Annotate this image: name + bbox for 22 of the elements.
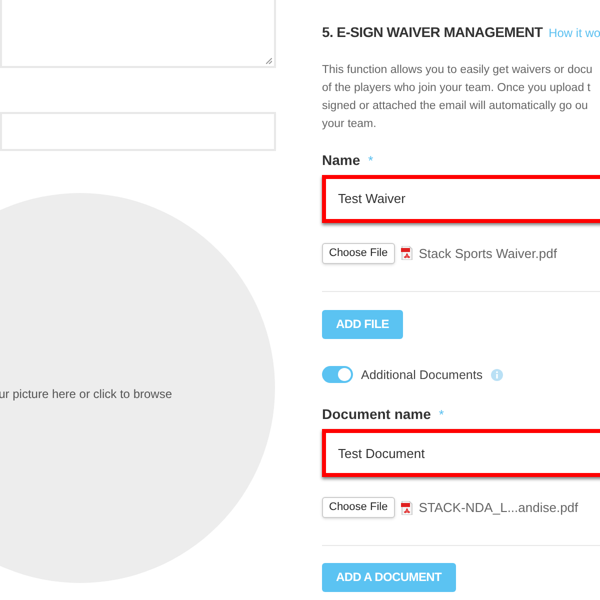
description-line: your team.	[322, 117, 378, 132]
toggle-switch[interactable]	[322, 366, 353, 384]
description-line: of the players who join your team. Once you upload t	[322, 81, 592, 96]
field-label: Name	[322, 151, 360, 170]
description-line: This function allows you to easily get waivers or docu	[322, 63, 594, 78]
toggle-label: Additional Documents	[361, 366, 483, 384]
section-title: 5. E-SIGN WAIVER MANAGEMENT	[322, 23, 543, 42]
text-field[interactable]: Test Waiver	[322, 175, 600, 223]
field-label: Document name	[322, 405, 431, 424]
info-icon	[490, 368, 503, 381]
description-line: signed or attached the email will automatically go ou	[322, 99, 589, 114]
choose-file-button[interactable]: Choose File	[322, 243, 395, 264]
required-mark: *	[438, 406, 444, 424]
pdf-file-icon	[400, 246, 413, 260]
choose-file-button[interactable]: Choose File	[322, 497, 395, 518]
resize-handle-icon	[266, 58, 272, 64]
text-field[interactable]: Test Document	[322, 429, 600, 478]
required-mark: *	[368, 152, 374, 170]
file-name: STACK-NDA_L...andise.pdf	[418, 498, 578, 517]
file-name: Stack Sports Waiver.pdf	[418, 244, 557, 263]
pdf-file-icon	[400, 500, 413, 514]
text-area[interactable]	[0, 0, 276, 68]
